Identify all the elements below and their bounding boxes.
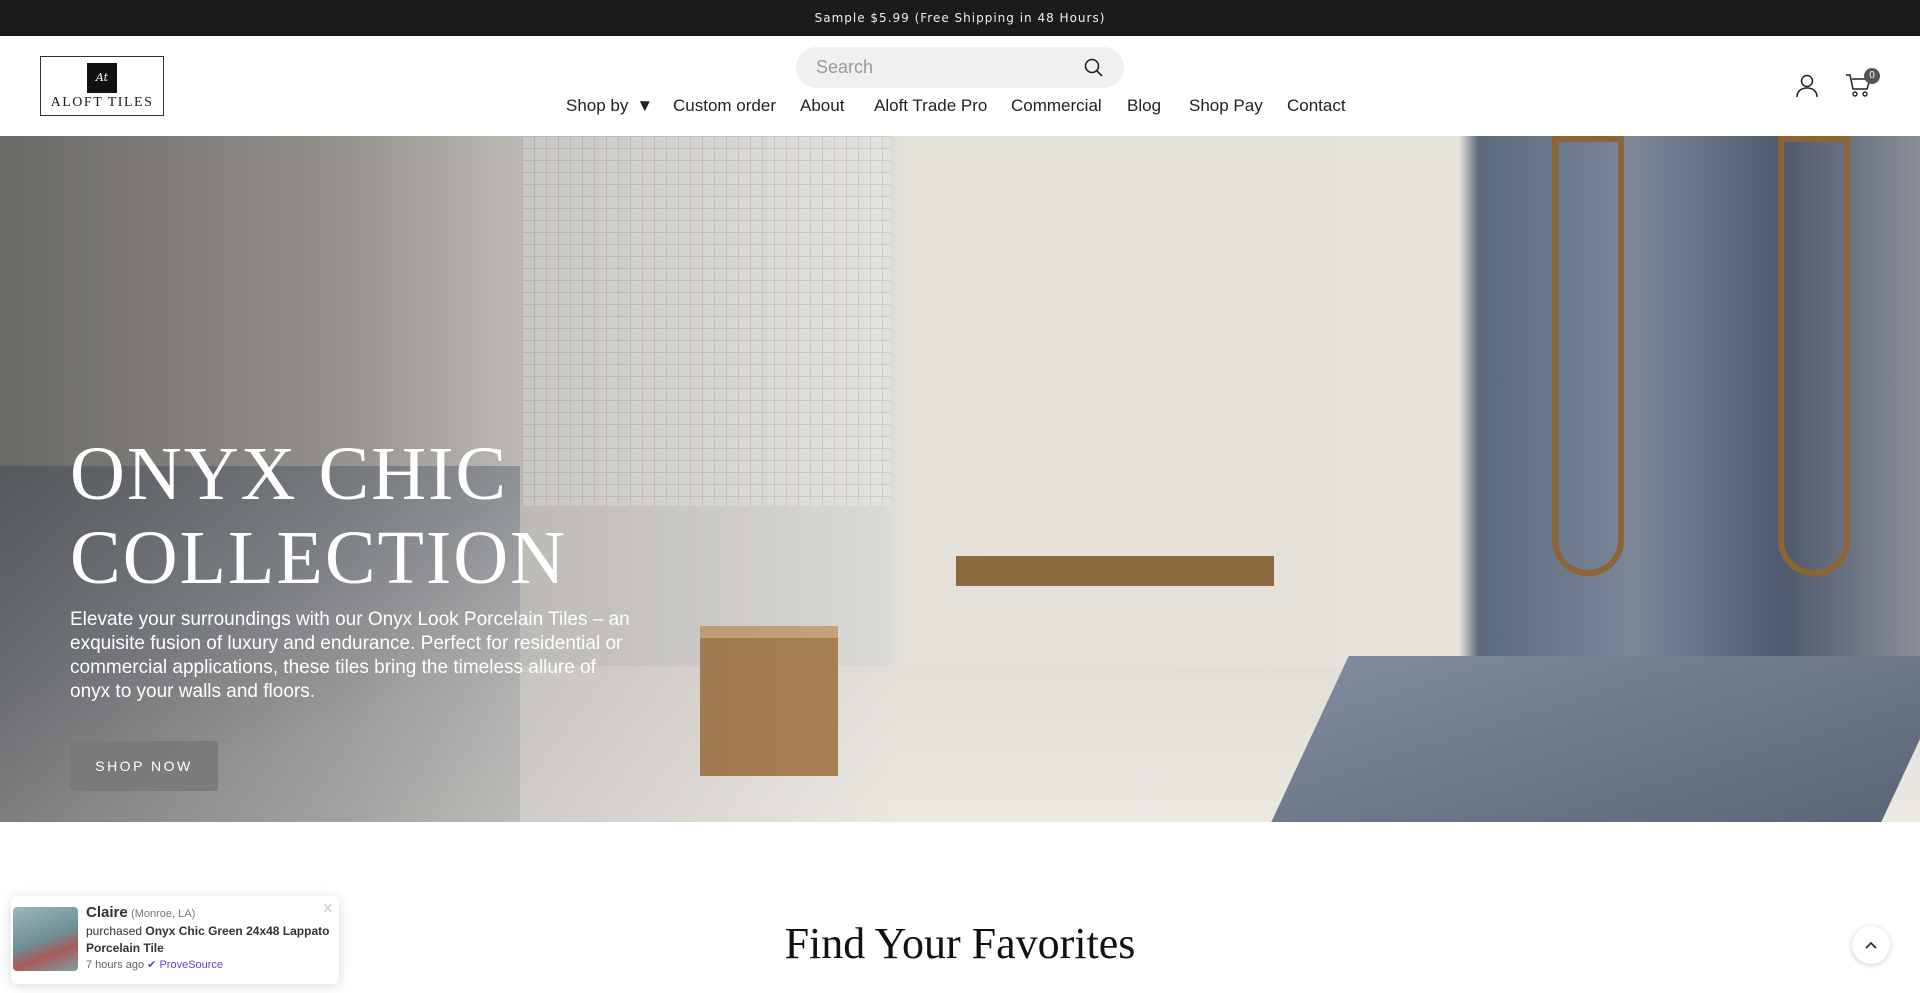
close-icon[interactable]: × [322, 898, 333, 919]
hero-description: Elevate your surroundings with our Onyx … [70, 609, 630, 702]
hero-image-mirror [1552, 136, 1624, 576]
action-text: purchased [86, 924, 143, 938]
nav-blog[interactable]: Blog [1127, 96, 1161, 116]
time-ago: 7 hours ago [86, 959, 145, 971]
purchase-notification[interactable]: Claire (Monroe, LA) purchased Onyx Chic … [11, 896, 339, 984]
nav-aloft-trade-pro[interactable]: Aloft Trade Pro [874, 96, 987, 116]
announcement-bar: Sample $5.99 (Free Shipping in 48 Hours) [0, 0, 1920, 36]
hero-title: ONYX CHIC COLLECTION [70, 432, 568, 600]
nav-commercial[interactable]: Commercial [1011, 96, 1102, 116]
nav-custom-order[interactable]: Custom order [673, 96, 776, 116]
buyer-name: Claire [86, 904, 128, 921]
hero-image-towel-bar [956, 556, 1274, 586]
search-input[interactable] [816, 57, 1084, 78]
nav-shop-pay[interactable]: Shop Pay [1189, 96, 1263, 116]
logo-mark: At [87, 63, 117, 93]
nav-shop-by[interactable]: Shop by ▼ [566, 96, 653, 116]
search-icon[interactable] [1084, 58, 1104, 78]
hero-image-mirror [1778, 136, 1850, 576]
chevron-up-icon [1865, 941, 1877, 949]
provesource-link[interactable]: ProveSource [159, 959, 223, 971]
hero-banner: ONYX CHIC COLLECTION Elevate your surroun… [0, 136, 1920, 822]
nav-about[interactable]: About [800, 96, 844, 116]
site-header: At ALOFT TILES Shop by▼ Custom order Abo… [0, 36, 1920, 136]
shop-now-button[interactable]: SHOP NOW [70, 741, 218, 791]
scroll-to-top-button[interactable] [1852, 926, 1890, 964]
announcement-text: Sample $5.99 (Free Shipping in 48 Hours) [814, 11, 1106, 25]
buyer-location: (Monroe, LA) [131, 908, 196, 920]
caret-down-icon: ▼ [636, 96, 654, 115]
account-icon[interactable] [1796, 74, 1818, 98]
verified-icon: ✔ [147, 959, 157, 971]
product-thumbnail [13, 907, 78, 971]
main-nav: Shop by ▼ Custom order About Aloft Trade … [0, 96, 1920, 120]
nav-contact[interactable]: Contact [1287, 96, 1346, 116]
cart-count-badge: 0 [1864, 68, 1880, 84]
search-bar [796, 47, 1124, 88]
hero-image-sink [1271, 656, 1920, 822]
